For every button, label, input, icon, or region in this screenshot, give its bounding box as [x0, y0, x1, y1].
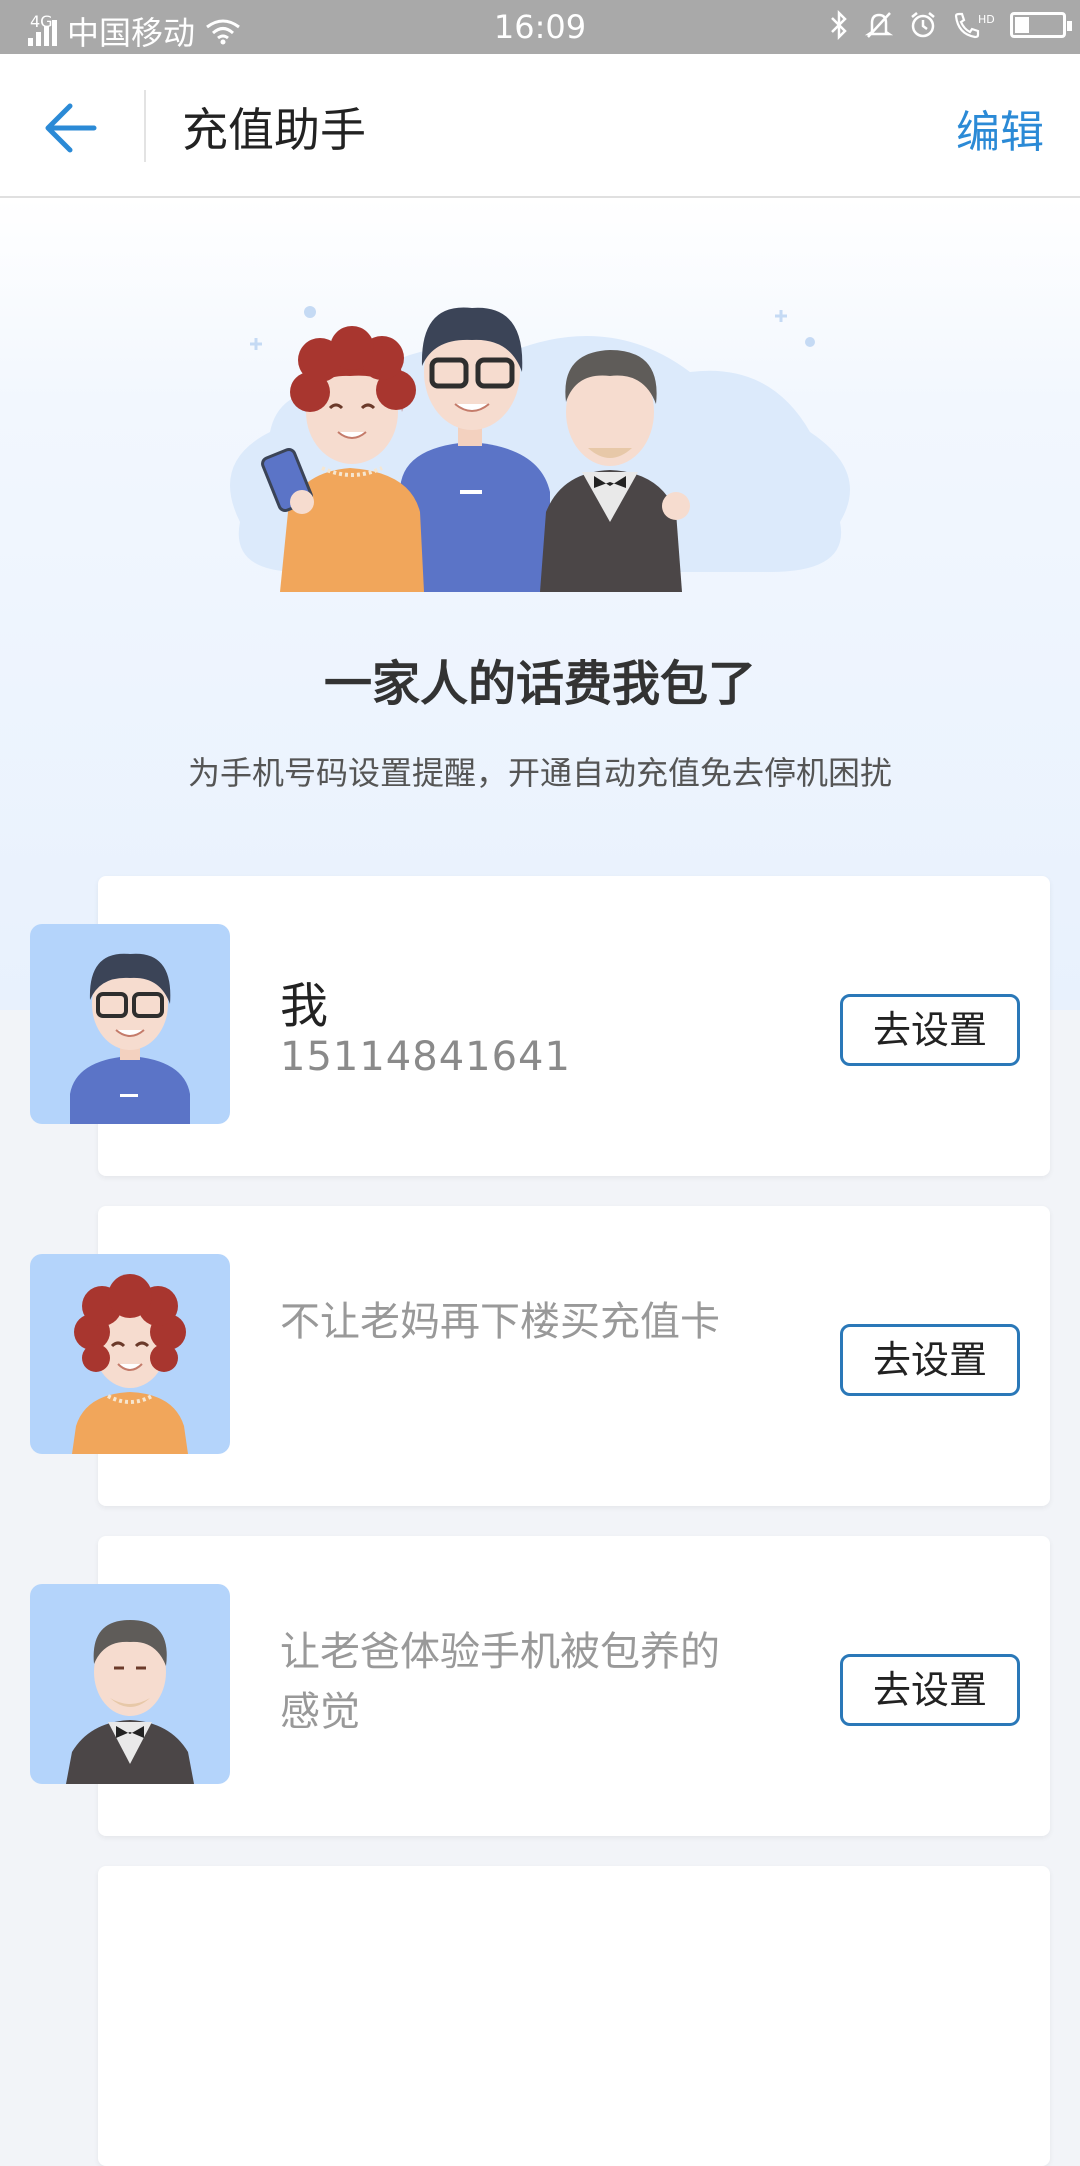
- back-arrow-icon[interactable]: [40, 98, 100, 158]
- mute-bell-icon: [864, 12, 894, 38]
- man-bowtie-avatar-icon: [66, 1620, 194, 1784]
- app-header: 充值助手 编辑: [0, 54, 1080, 198]
- setup-button-dad[interactable]: 去设置: [840, 1654, 1020, 1726]
- contact-card-partial[interactable]: [98, 1866, 1050, 2166]
- contact-name: 我: [280, 978, 329, 1034]
- woman-curly-hair-avatar-icon: [72, 1274, 188, 1454]
- man-glasses-avatar-icon: [70, 953, 190, 1124]
- contact-description: 让老爸体验手机被包养的感觉: [280, 1629, 720, 1735]
- battery-level: [1015, 17, 1029, 33]
- avatar-mom: [30, 1254, 230, 1454]
- setup-button-mom[interactable]: 去设置: [840, 1324, 1020, 1396]
- contact-description: 不让老妈再下楼买充值卡: [280, 1299, 720, 1345]
- edit-button[interactable]: 编辑: [956, 96, 1044, 160]
- avatar-dad: [30, 1584, 230, 1784]
- hero-subline: 为手机号码设置提醒，开通自动充值免去停机困扰: [187, 754, 892, 792]
- status-bar: 4G 中国移动 16:09 HD: [0, 0, 1080, 54]
- hero-headline: 一家人的话费我包了: [323, 656, 756, 712]
- avatar-me: [30, 924, 230, 1124]
- battery-icon: [1010, 12, 1072, 38]
- family-illustration: [230, 306, 850, 592]
- contact-phone: 15114841641: [280, 1034, 571, 1080]
- page-title: 充值助手: [182, 103, 366, 157]
- hd-call-icon: HD: [954, 12, 995, 39]
- bluetooth-icon: [831, 10, 847, 40]
- status-right: HD: [828, 10, 1072, 40]
- alarm-icon: [911, 12, 935, 38]
- setup-button-me[interactable]: 去设置: [840, 994, 1020, 1066]
- svg-text:HD: HD: [978, 13, 995, 26]
- header-divider: [144, 90, 146, 162]
